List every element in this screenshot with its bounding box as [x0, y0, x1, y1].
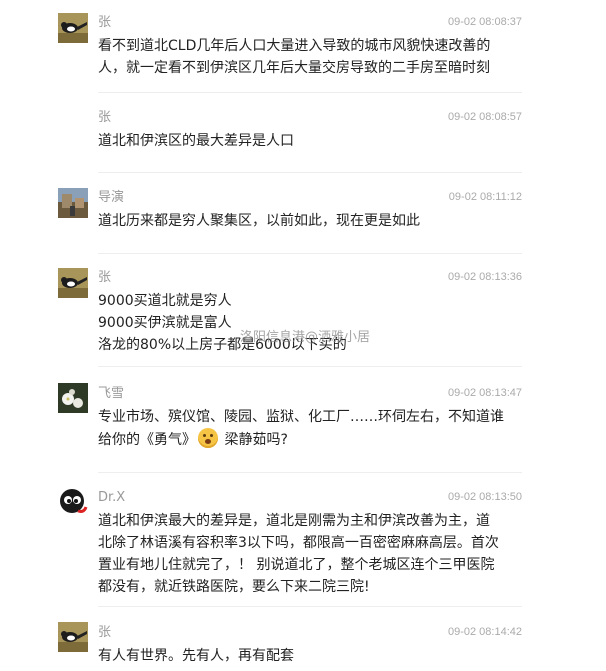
- divider: [98, 606, 522, 607]
- comment-author[interactable]: 张: [98, 110, 111, 126]
- comment-time: 09-02 08:14:42: [447, 626, 522, 638]
- comment-text: 看不到道北CLD几年后人口大量进入导致的城市风貌快速改善的 人，就一定看不到伊滨…: [98, 38, 491, 76]
- flower-avatar-icon: [58, 383, 88, 413]
- avatar[interactable]: [58, 487, 88, 517]
- cartoon-avatar-icon: [58, 487, 88, 517]
- comment-time: 09-02 08:08:57: [447, 111, 522, 123]
- comment-author[interactable]: 飞雪: [98, 386, 124, 402]
- divider: [98, 92, 522, 93]
- comment-text: 道北和伊滨最大的差异是，道北是刚需为主和伊滨改善为主，道 北除了林语溪有容积率3…: [98, 513, 499, 595]
- magpie-avatar-icon: [58, 622, 88, 652]
- comment-author[interactable]: 导演: [98, 190, 124, 206]
- comment-text: 道北和伊滨区的最大差异是人口: [98, 133, 294, 149]
- comment-author[interactable]: 张: [98, 625, 111, 641]
- grinning-face-emoji-icon: [198, 428, 218, 448]
- comment-text-part: 专业市场、殡仪馆、陵园、监狱、化工厂……环伺左右，不知道谁 给你的《勇气》: [98, 409, 504, 448]
- comment-text: 有人有世界。先有人，再有配套: [98, 648, 294, 664]
- comment-time: 09-02 08:08:37: [447, 16, 522, 28]
- comment-time: 09-02 08:13:47: [447, 387, 522, 399]
- comment-time: 09-02 08:13:36: [447, 271, 522, 283]
- avatar[interactable]: [58, 383, 88, 413]
- magpie-avatar-icon: [58, 13, 88, 43]
- avatar[interactable]: [58, 188, 88, 218]
- divider: [98, 472, 522, 473]
- divider: [98, 172, 522, 173]
- divider: [98, 366, 522, 367]
- avatar[interactable]: [58, 268, 88, 298]
- avatar[interactable]: [58, 13, 88, 43]
- comment-text: 道北历来都是穷人聚集区，以前如此，现在更是如此: [98, 213, 420, 229]
- avatar[interactable]: [58, 622, 88, 652]
- comment-author[interactable]: Dr.X: [98, 490, 125, 506]
- landscape-avatar-icon: [58, 188, 88, 218]
- comment-time: 09-02 08:13:50: [447, 491, 522, 503]
- comment-text-part: 梁静茹吗?: [220, 432, 288, 448]
- comment-text: 9000买道北就是穷人 9000买伊滨就是富人 洛龙的80%以上房子都是6000…: [98, 293, 347, 353]
- comment-time: 09-02 08:11:12: [448, 191, 522, 203]
- comment-text: 专业市场、殡仪馆、陵园、监狱、化工厂……环伺左右，不知道谁 给你的《勇气》 梁静…: [98, 406, 508, 451]
- magpie-avatar-icon: [58, 268, 88, 298]
- comment-author[interactable]: 张: [98, 15, 111, 31]
- divider: [98, 253, 522, 254]
- comment-author[interactable]: 张: [98, 270, 111, 286]
